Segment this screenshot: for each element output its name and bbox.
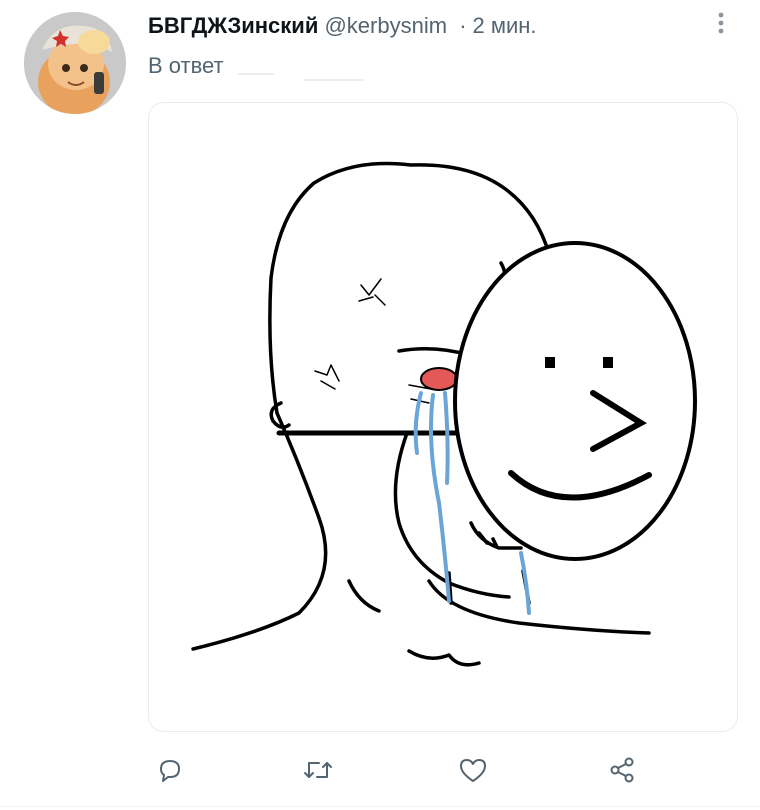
more-options-button[interactable] (706, 8, 736, 38)
tweet-media-image[interactable] (148, 102, 738, 732)
share-button[interactable] (600, 748, 644, 792)
tweet-time[interactable]: 2 мин. (473, 13, 537, 38)
retweet-icon (304, 762, 332, 778)
heart-icon (460, 759, 486, 782)
like-button[interactable] (451, 748, 495, 792)
author-handle[interactable]: @kerbysnim (324, 13, 447, 38)
more-vertical-icon (718, 12, 724, 34)
reply-context: В ответ (148, 52, 384, 82)
comment-icon (160, 760, 180, 782)
neck-left (191, 411, 328, 651)
avatar-image (24, 12, 126, 114)
tweet-header: БВГДЖЗинский @kerbysnim · 2 мин. (148, 12, 537, 40)
reply-target-redacted[interactable] (234, 61, 384, 82)
meme-drawing (191, 161, 697, 667)
header-separator: · (459, 13, 467, 38)
reply-button[interactable] (148, 748, 192, 792)
smiley-mask (453, 241, 697, 561)
reply-label: В ответ (148, 53, 224, 78)
tweet-divider (0, 806, 760, 807)
tweet-actions (148, 748, 668, 792)
author-avatar[interactable] (24, 12, 126, 114)
collarbone (407, 649, 481, 667)
share-icon (610, 757, 634, 783)
author-name[interactable]: БВГДЖЗинский (148, 13, 318, 38)
crying-eye (420, 367, 458, 391)
retweet-button[interactable] (296, 748, 340, 792)
